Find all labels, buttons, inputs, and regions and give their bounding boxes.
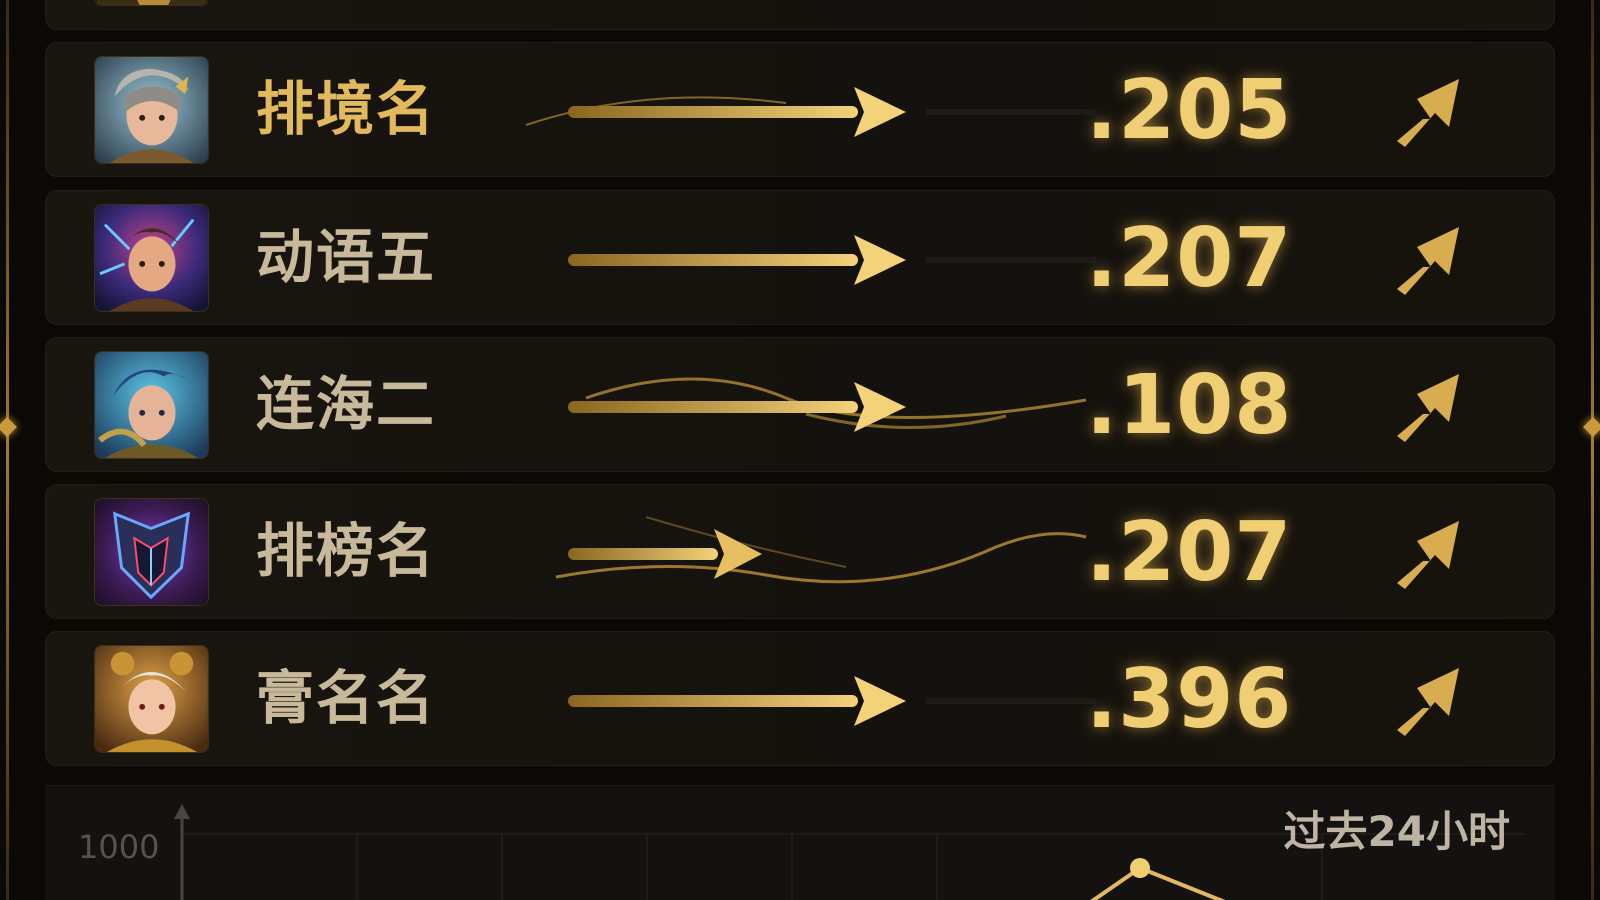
leaderboard-row-partial: [45, 0, 1555, 30]
avatar: [94, 56, 209, 164]
leaderboard-row[interactable]: 连海二 .108: [45, 337, 1555, 472]
progress-arrow: [526, 516, 1087, 584]
frame-border-left: [6, 0, 9, 900]
trend-up-icon: [1371, 364, 1471, 446]
player-name: 连海二: [256, 370, 437, 438]
player-name: 动语五: [256, 223, 437, 291]
frame-ornament-left: [0, 417, 17, 437]
frame-ornament-right: [1583, 417, 1600, 437]
chart-period-label[interactable]: 过去24小时: [1284, 798, 1510, 859]
trend-up-icon: [1371, 658, 1471, 740]
avatar: [94, 204, 209, 312]
avatar: [94, 498, 209, 606]
player-name: 膏名名: [256, 664, 437, 732]
leaderboard-row[interactable]: 动语五 .207: [45, 190, 1555, 325]
avatar: [94, 0, 209, 6]
score-value: .205: [1086, 63, 1293, 158]
leaderboard-row[interactable]: 排榜名 .207: [45, 484, 1555, 619]
trend-up-icon: [1371, 217, 1471, 299]
leaderboard-row[interactable]: 排境名 .205: [45, 42, 1555, 177]
player-name: 排境名: [256, 75, 437, 143]
chart-y-axis-arrow: [174, 804, 190, 819]
progress-arrow: [526, 377, 1087, 434]
trend-chart-panel: 1000 过去24小时: [45, 785, 1555, 900]
progress-arrow: [526, 674, 1096, 728]
leaderboard-row[interactable]: 膏名名 .396: [45, 631, 1555, 766]
score-value: .396: [1086, 652, 1293, 747]
score-value: .207: [1086, 211, 1293, 306]
frame-border-right: [1591, 0, 1594, 900]
trend-up-icon: [1371, 69, 1471, 151]
progress-arrow: [526, 233, 1096, 287]
trend-up-icon: [1371, 511, 1471, 593]
chart-y-tick: 1000: [78, 828, 160, 866]
score-value: .108: [1086, 358, 1293, 453]
chart-point: [1130, 858, 1150, 878]
chart-line: [1090, 865, 1226, 900]
avatar: [94, 351, 209, 459]
player-name: 排榜名: [256, 517, 437, 585]
progress-arrow: [525, 85, 1096, 139]
score-value: .207: [1086, 505, 1293, 600]
avatar: [94, 645, 209, 753]
